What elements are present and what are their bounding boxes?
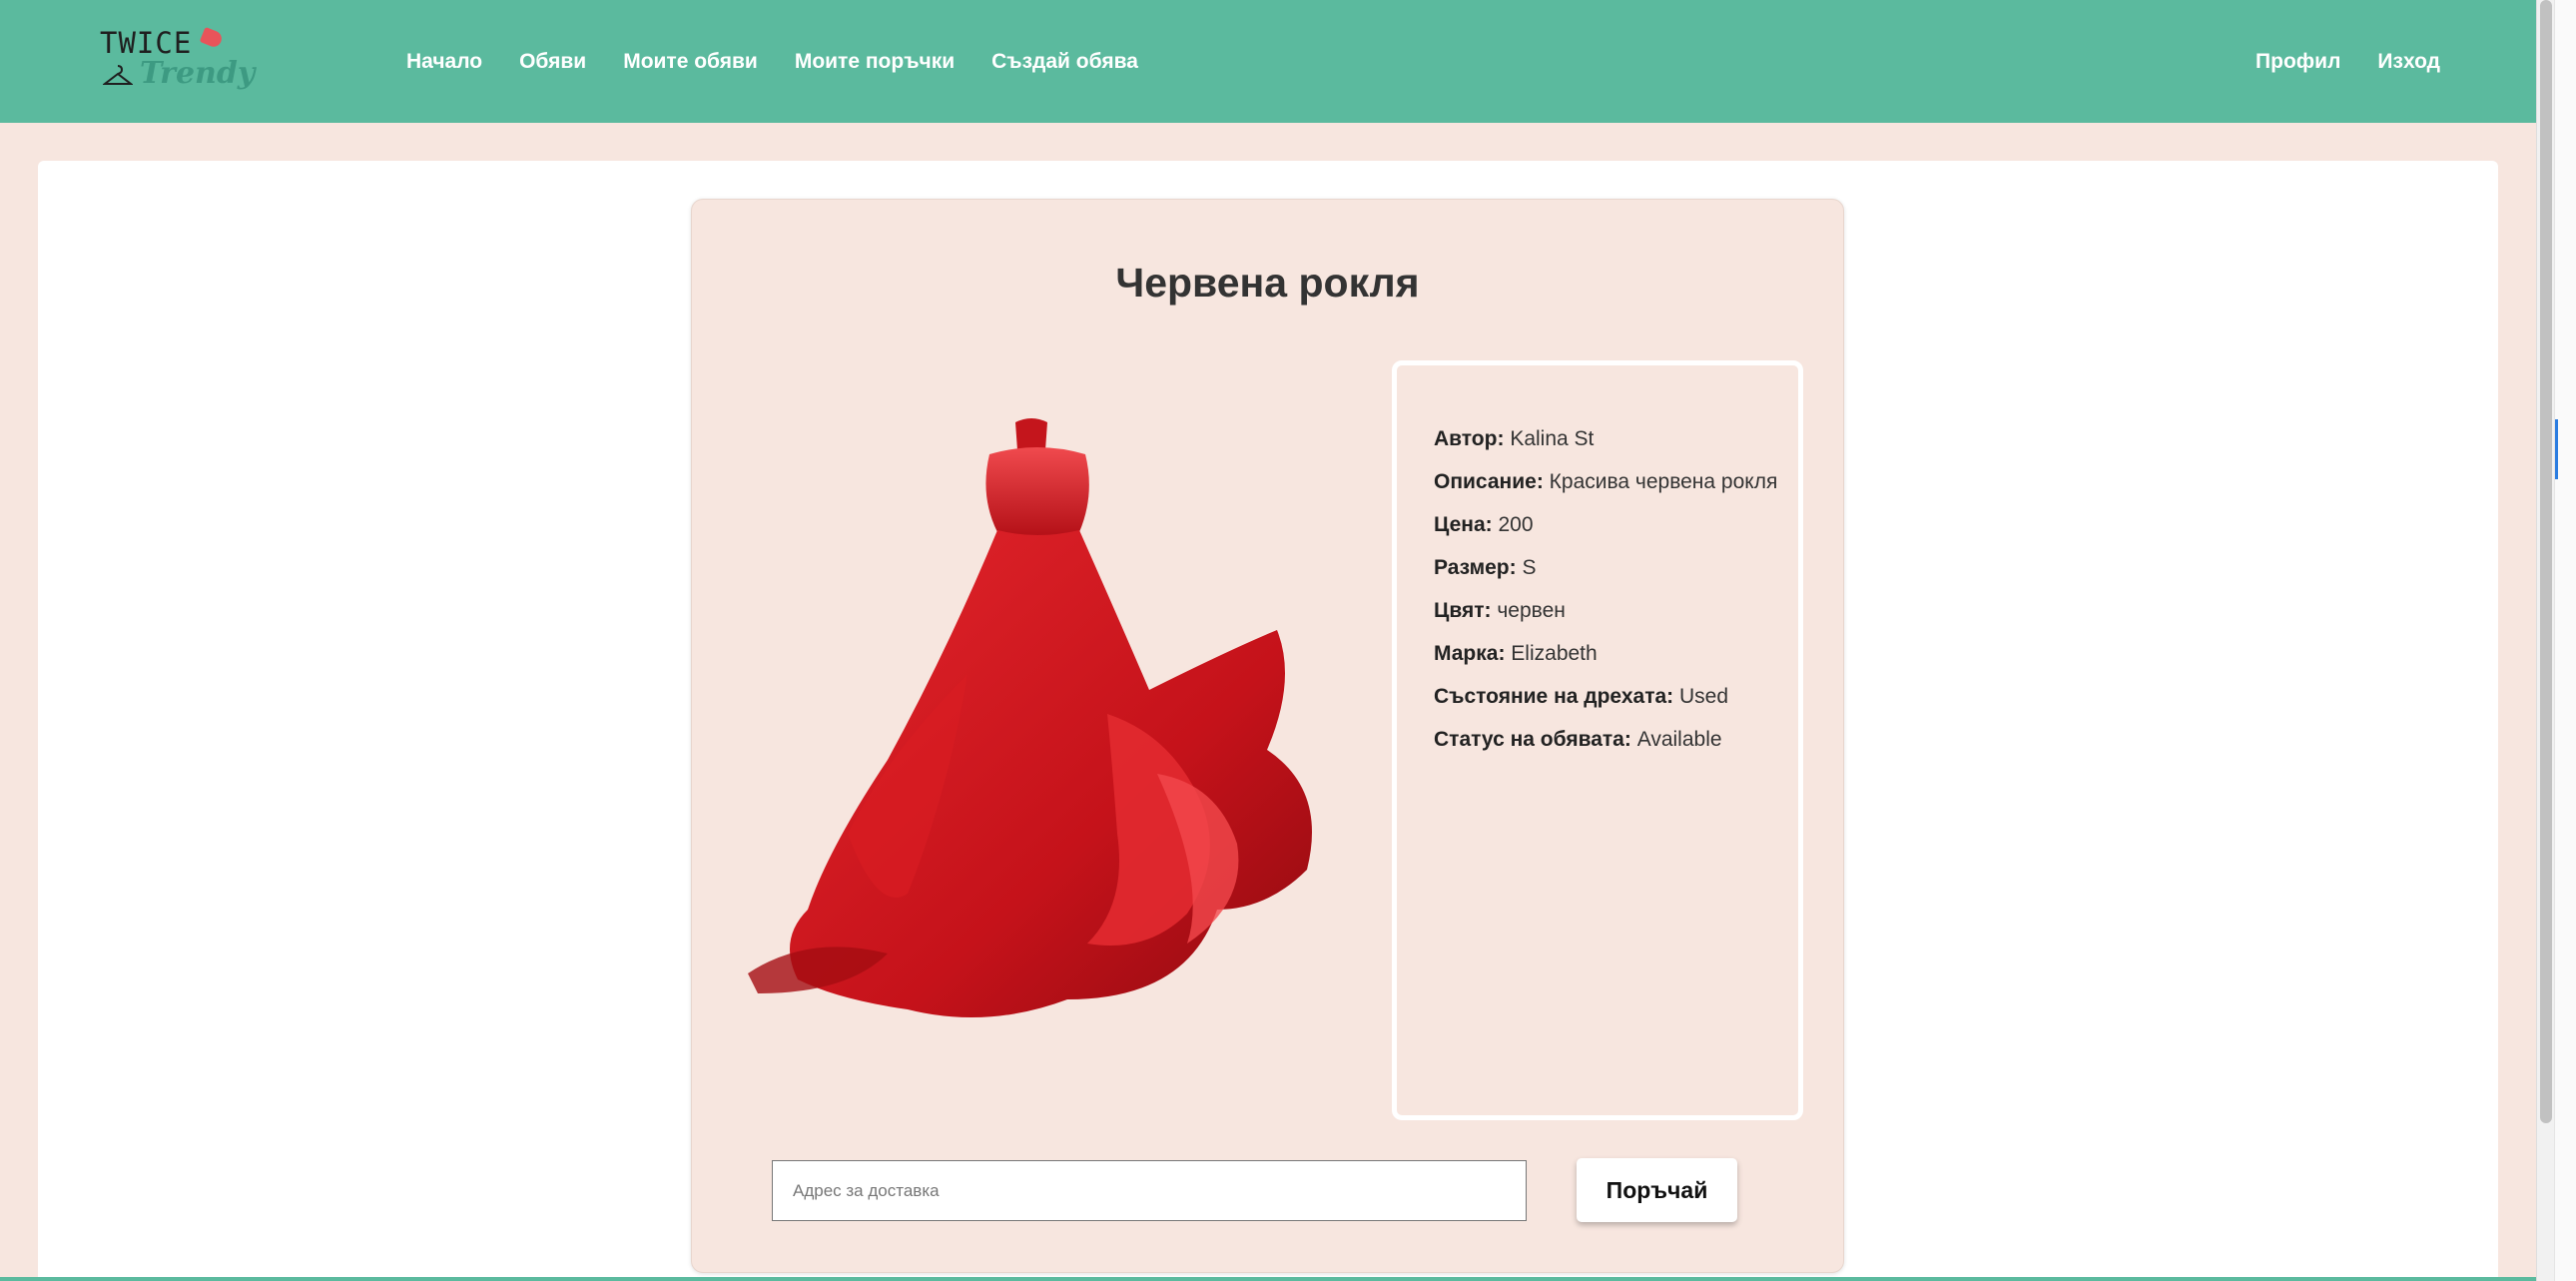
nav-logout-link[interactable]: Изход	[2377, 50, 2440, 74]
top-navbar: TWICE Trendy Начало Обяви Моите обяви Мо…	[0, 0, 2536, 123]
logo[interactable]: TWICE Trendy	[100, 24, 255, 96]
side-panel-strip	[2554, 0, 2576, 1281]
listing-card: Червена рокля Автор: Kalina St Описание:…	[691, 199, 1844, 1273]
nav-my-listings-link[interactable]: Моите обяви	[623, 50, 758, 74]
detail-condition: Състояние на дрехата: Used	[1434, 685, 1729, 708]
nav-create-listing-link[interactable]: Създай обява	[991, 50, 1138, 74]
red-dress-image	[728, 414, 1347, 1043]
page-scrollbar[interactable]	[2536, 0, 2554, 1281]
nav-my-orders-link[interactable]: Моите поръчки	[795, 50, 955, 74]
dress-illustration	[748, 418, 1312, 1017]
nav-listings-link[interactable]: Обяви	[519, 50, 586, 74]
delivery-address-input[interactable]	[772, 1160, 1527, 1221]
logo-text-twice: TWICE	[100, 26, 193, 60]
nav-home-link[interactable]: Начало	[406, 50, 482, 74]
nav-profile-link[interactable]: Профил	[2255, 50, 2340, 74]
logo-text-trendy: Trendy	[140, 56, 256, 91]
detail-size: Размер: S	[1434, 556, 1537, 579]
detail-description: Описание: Красива червена рокля	[1434, 470, 1778, 493]
detail-status: Статус на обявата: Available	[1434, 728, 1722, 751]
detail-author: Автор: Kalina St	[1434, 427, 1595, 450]
detail-color: Цвят: червен	[1434, 599, 1566, 622]
order-button[interactable]: Поръчай	[1577, 1158, 1737, 1222]
bottom-divider	[0, 1277, 2536, 1281]
scrollbar-thumb[interactable]	[2540, 0, 2552, 1123]
listing-details-panel: Автор: Kalina St Описание: Красива черве…	[1392, 360, 1803, 1120]
listing-title: Червена рокля	[1115, 260, 1420, 306]
user-nav: Профил Изход	[2219, 0, 2440, 123]
price-tag-icon	[199, 26, 225, 50]
detail-brand: Марка: Elizabeth	[1434, 642, 1598, 665]
side-panel-indicator	[2555, 419, 2558, 479]
main-nav: Начало Обяви Моите обяви Моите поръчки С…	[406, 0, 1175, 123]
hanger-icon	[103, 65, 133, 85]
detail-price: Цена: 200	[1434, 513, 1534, 536]
